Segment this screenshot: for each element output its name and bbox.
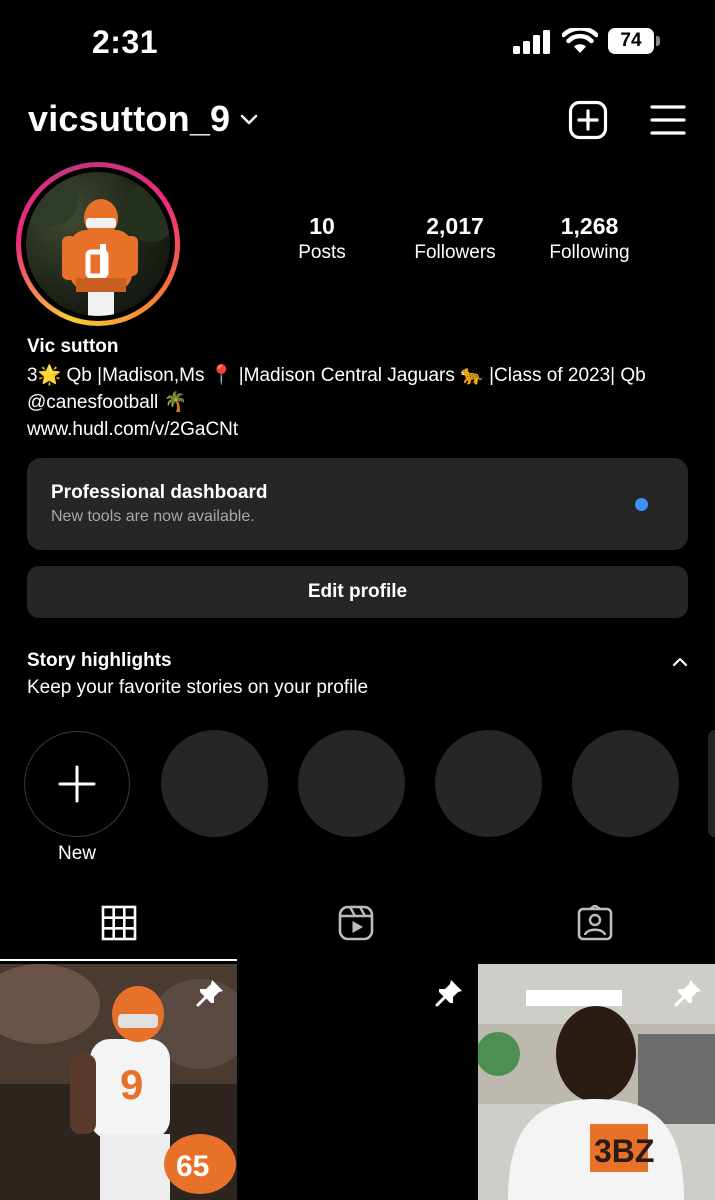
followers-stat[interactable]: 2,017 Followers	[400, 212, 510, 266]
battery-indicator: 74	[608, 28, 660, 54]
following-stat[interactable]: 1,268 Following	[532, 212, 647, 266]
post-thumbnail[interactable]: 9 65	[0, 964, 237, 1200]
profile-avatar-ring[interactable]	[16, 162, 180, 326]
chevron-up-icon[interactable]	[672, 655, 688, 669]
highlight-placeholder	[708, 730, 715, 837]
dashboard-title: Professional dashboard	[51, 482, 268, 503]
svg-text:65: 65	[176, 1150, 209, 1183]
posts-label: Posts	[298, 242, 346, 263]
status-time: 2:31	[92, 24, 159, 60]
followers-count: 2,017	[426, 213, 484, 239]
posts-count: 10	[309, 213, 335, 239]
pin-icon	[674, 980, 701, 1007]
avatar-photo	[26, 178, 170, 316]
pin-icon	[435, 980, 462, 1007]
chevron-down-icon	[241, 114, 258, 125]
svg-text:9: 9	[120, 1061, 143, 1108]
posts-stat[interactable]: 10 Posts	[282, 212, 362, 266]
post-thumbnail[interactable]	[239, 964, 476, 1200]
edit-profile-button[interactable]: Edit profile	[27, 566, 688, 618]
new-highlight-button[interactable]	[24, 731, 130, 837]
profile-link[interactable]: www.hudl.com/v/2GaCNt	[27, 416, 238, 443]
pin-icon	[196, 980, 223, 1007]
account-switcher[interactable]: vicsutton_9	[28, 98, 260, 140]
avatar	[26, 172, 170, 316]
svg-text:3BZ: 3BZ	[594, 1133, 654, 1169]
username: vicsutton_9	[28, 98, 231, 139]
post-thumbnail[interactable]: 3BZ	[478, 964, 715, 1200]
highlight-placeholder	[298, 730, 405, 837]
highlights-subtitle: Keep your favorite stories on your profi…	[27, 677, 369, 698]
battery-level: 74	[608, 28, 654, 54]
grid-icon[interactable]	[101, 905, 137, 941]
highlight-placeholder	[161, 730, 268, 837]
plus-icon	[58, 765, 96, 803]
active-tab-indicator	[0, 959, 237, 961]
profile-bio: 3🌟 Qb |Madison,Ms 📍 |Madison Central Jag…	[27, 365, 646, 413]
status-bar: 2:31 74	[0, 0, 715, 90]
create-post-icon[interactable]	[568, 100, 608, 140]
tagged-icon[interactable]	[577, 905, 613, 941]
cellular-signal-icon	[513, 30, 550, 54]
reels-icon[interactable]	[338, 905, 374, 941]
highlights-title: Story highlights	[27, 650, 172, 671]
wifi-icon	[562, 28, 598, 53]
battery-cap	[656, 36, 660, 46]
menu-icon[interactable]	[648, 100, 688, 140]
following-label: Following	[549, 242, 630, 263]
professional-dashboard-card[interactable]: Professional dashboard New tools are now…	[27, 458, 688, 550]
followers-label: Followers	[414, 242, 496, 263]
highlight-placeholder	[572, 730, 679, 837]
dashboard-subtitle: New tools are now available.	[51, 508, 255, 525]
profile-full-name: Vic sutton	[27, 336, 119, 357]
notification-dot	[635, 498, 648, 511]
highlight-placeholder	[435, 730, 542, 837]
new-highlight-label: New	[57, 843, 96, 864]
following-count: 1,268	[560, 213, 619, 239]
